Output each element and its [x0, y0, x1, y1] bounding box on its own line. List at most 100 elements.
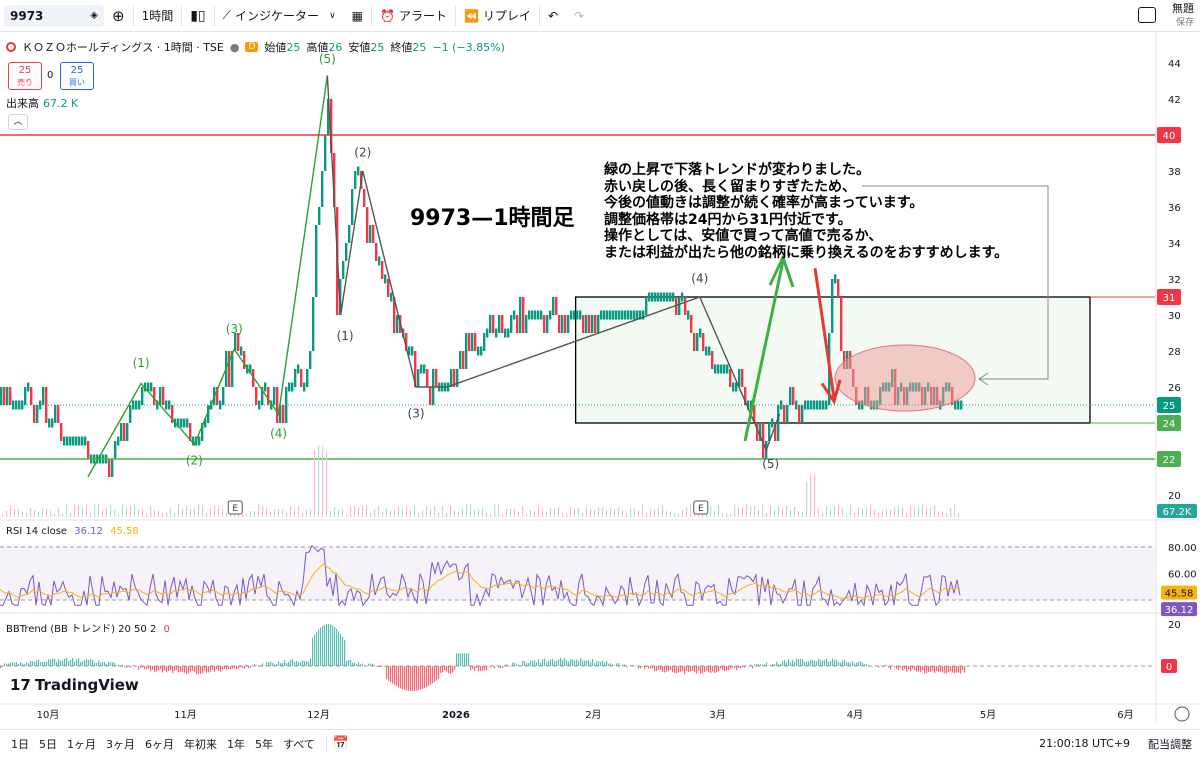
volume-bar [378, 506, 380, 517]
candle [636, 310, 639, 320]
volume-bar [558, 507, 560, 517]
bbtrend-bar [898, 666, 900, 671]
redo-icon[interactable]: ↷ [566, 0, 592, 32]
bbtrend-bar [28, 663, 30, 666]
bbtrend-bar [656, 666, 658, 672]
fullscreen-icon[interactable] [1138, 7, 1156, 23]
range-5y[interactable]: 5年 [250, 736, 278, 752]
buy-button[interactable]: 25 買い [60, 62, 94, 90]
price-tick-label: 44 [1168, 59, 1181, 70]
bbtrend-bar [164, 666, 166, 671]
bbtrend-bar [150, 666, 152, 672]
chart-area[interactable]: 20 26 28 30 32 34 36 38 42 44 40 31 25 24 22 (1) (2) (3)(… [0, 33, 1200, 723]
bbtrend-bar [524, 661, 526, 666]
bbtrend-bar [642, 666, 644, 667]
volume-bar [922, 504, 924, 517]
alert-button[interactable]: ⏰ アラート [372, 0, 455, 32]
bbtrend-bar [342, 636, 344, 666]
replay-button[interactable]: ⏪ リプレイ [456, 0, 539, 32]
bbtrend-bar [26, 662, 28, 666]
bbtrend-bar [354, 662, 356, 666]
low-value: 25 [370, 40, 385, 54]
calendar-goto-icon[interactable]: 📅 [333, 736, 349, 751]
undo-icon[interactable]: ↶ [540, 0, 566, 32]
candle [537, 310, 540, 320]
volume-bar [538, 505, 540, 517]
volume-bar [942, 511, 944, 517]
volume-bar [890, 510, 892, 517]
bbtrend-bar [964, 666, 966, 673]
candle [567, 315, 570, 333]
range-3m[interactable]: 3ヶ月 [101, 736, 140, 752]
volume-bar [906, 513, 908, 517]
candle [375, 243, 378, 261]
collapse-legend-icon[interactable]: ︿ [8, 114, 28, 130]
volume-bar [862, 509, 864, 517]
bbtrend-bar [570, 659, 572, 666]
volume-bar [790, 509, 792, 517]
bbtrend-bar [516, 664, 518, 666]
bbtrend-bar [668, 666, 670, 672]
candle [732, 382, 735, 392]
bbtrend-bar [918, 666, 920, 672]
layout-save[interactable]: 無題 保存 [1172, 2, 1194, 30]
range-1y[interactable]: 1年 [222, 736, 250, 752]
bbtrend-bar [734, 666, 736, 668]
bbtrend-bar [832, 658, 834, 666]
range-5d[interactable]: 5日 [34, 736, 62, 752]
bbtrend-bar [194, 666, 196, 673]
volume-bar [802, 511, 804, 517]
tv-brand: TradingView [34, 676, 139, 694]
bbtrend-bar [598, 661, 600, 666]
bbtrend-bar [24, 664, 26, 666]
range-all[interactable]: すべて [278, 736, 320, 752]
bbtrend-bar [278, 661, 280, 666]
eye-dot-icon: ● [229, 40, 240, 54]
bbtrend-bar [722, 666, 724, 671]
volume-bar [834, 506, 836, 517]
time-tick-label: 3月 [709, 709, 725, 721]
bbtrend-bar [374, 666, 376, 667]
settings-gear-icon[interactable] [1174, 706, 1190, 722]
range-ytd[interactable]: 年初来 [179, 736, 222, 752]
volume-bar [266, 507, 268, 517]
dividend-adjust-button[interactable]: 配当調整 [1148, 736, 1192, 752]
bbtrend-bar [612, 664, 614, 666]
bbtrend-bar [662, 666, 664, 673]
candle [651, 292, 654, 302]
bbtrend-bar [94, 662, 96, 666]
volume-bar [882, 510, 884, 517]
volume-bar [810, 474, 812, 517]
candle [162, 387, 165, 405]
candle [126, 423, 129, 441]
bbtrend-bar [274, 664, 276, 666]
symbol-search[interactable]: 9973 ◈ [4, 4, 104, 27]
bottom-toolbar: 1日 5日 1ヶ月 3ヶ月 6ヶ月 年初来 1年 5年 すべて 📅 21:00:… [0, 729, 1200, 757]
bbtrend-bar [22, 663, 24, 666]
sell-button[interactable]: 25 売り [8, 62, 42, 90]
tradingview-logo[interactable]: 𝟭𝟳 TradingView [10, 676, 139, 694]
range-1m[interactable]: 1ヶ月 [62, 736, 101, 752]
candle [729, 369, 732, 387]
bbtrend-bar [594, 663, 596, 666]
candle-style-icon[interactable]: ▮▯ [182, 0, 213, 32]
volume-bar [334, 507, 336, 517]
bbtrend-bar [434, 666, 436, 682]
range-6m[interactable]: 6ヶ月 [140, 736, 179, 752]
candle [507, 328, 510, 338]
indicators-button[interactable]: ⟋ インジケーター ∨ [215, 0, 344, 32]
bbtrend-bar [520, 665, 522, 666]
bbtrend-bar [470, 666, 472, 671]
candle [198, 436, 201, 446]
interval-button[interactable]: 1時間 [134, 0, 182, 32]
volume-bar [174, 513, 176, 517]
bbtrend-bar [770, 664, 772, 666]
bbtrend-bar [562, 659, 564, 666]
candle [84, 436, 87, 446]
compare-plus-icon[interactable]: ⊕ [104, 0, 133, 32]
range-1d[interactable]: 1日 [6, 736, 34, 752]
chart-svg[interactable]: 202628303234363842444031252422(1)(2)(3)(… [0, 33, 1200, 723]
bbtrend-bar [62, 660, 64, 666]
layout-grid-icon[interactable]: ▦ [344, 0, 371, 32]
bbtrend-bar [814, 660, 816, 666]
